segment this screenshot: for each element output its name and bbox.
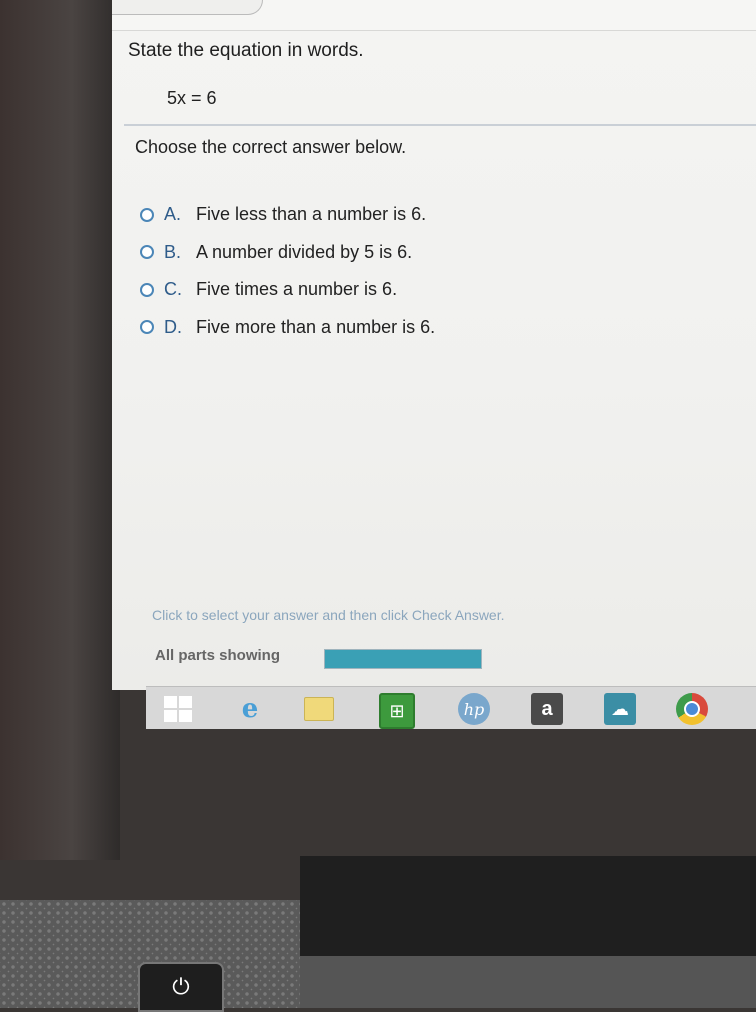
laptop-body: [300, 956, 756, 1008]
option-letter: A.: [164, 204, 182, 225]
hp-icon[interactable]: hp: [458, 693, 490, 725]
option-text: Five times a number is 6.: [196, 279, 398, 300]
option-text: A number divided by 5 is 6.: [196, 241, 413, 262]
hint-text: Click to select your answer and then cli…: [152, 607, 505, 623]
windows-start-icon[interactable]: [162, 693, 194, 725]
chrome-icon[interactable]: [676, 693, 708, 725]
file-explorer-icon[interactable]: [303, 693, 335, 725]
option-c[interactable]: C. Five times a number is 6.: [140, 271, 435, 309]
question-title: State the equation in words.: [128, 40, 364, 61]
radio-button-d[interactable]: [140, 320, 154, 335]
parts-progress-bar: [324, 649, 482, 669]
radio-button-b[interactable]: [140, 245, 154, 260]
taskbar: e ⊞ hp a ☁: [146, 686, 756, 729]
equation: 5x = 6: [167, 88, 217, 108]
option-letter: C.: [164, 279, 182, 300]
tab-notch: [112, 0, 263, 15]
cloud-icon[interactable]: ☁: [604, 693, 636, 725]
option-letter: D.: [164, 316, 182, 337]
amazon-icon[interactable]: a: [531, 693, 563, 725]
power-icon: ⏻: [172, 974, 190, 999]
instruction-text: Choose the correct answer below.: [135, 137, 407, 157]
top-strip: [112, 0, 756, 31]
divider: [124, 124, 756, 126]
radio-button-c[interactable]: [140, 282, 154, 297]
option-text: Five more than a number is 6.: [196, 316, 436, 337]
radio-button-a[interactable]: [140, 207, 154, 222]
progress-fill: [325, 650, 481, 668]
laptop-bezel: [0, 0, 120, 860]
option-a[interactable]: A. Five less than a number is 6.: [140, 196, 435, 234]
option-b[interactable]: B. A number divided by 5 is 6.: [140, 234, 435, 272]
store-icon[interactable]: ⊞: [379, 693, 415, 729]
power-button[interactable]: ⏻: [138, 962, 224, 1012]
laptop-hinge: [300, 856, 756, 956]
option-d[interactable]: D. Five more than a number is 6.: [140, 309, 435, 347]
option-text: Five less than a number is 6.: [196, 204, 427, 225]
answer-options: A. Five less than a number is 6. B. A nu…: [140, 196, 435, 346]
parts-showing-label: All parts showing: [155, 647, 281, 664]
screen: State the equation in words. 5x = 6 Choo…: [112, 0, 756, 690]
option-letter: B.: [164, 241, 182, 262]
internet-explorer-icon[interactable]: e: [234, 693, 266, 725]
